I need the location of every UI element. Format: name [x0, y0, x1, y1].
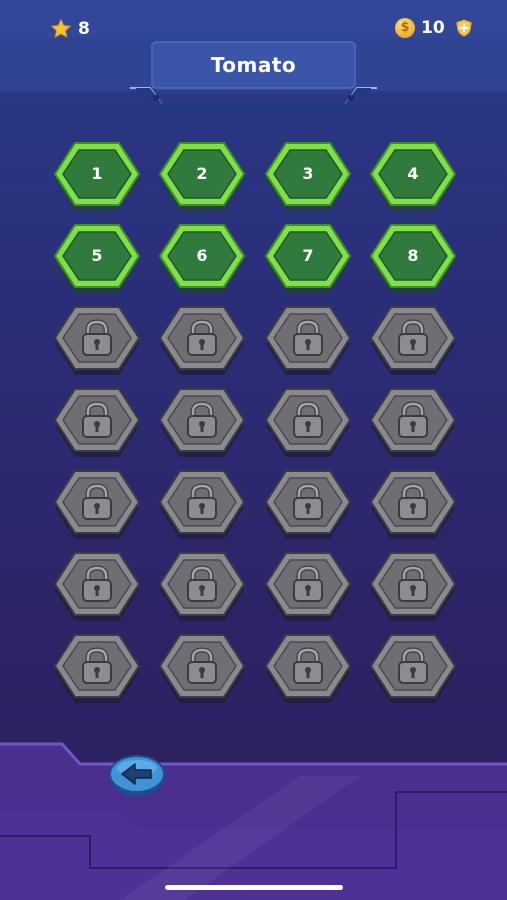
- level-button[interactable]: 7: [263, 222, 353, 296]
- bottom-panel: [0, 742, 507, 900]
- locked-level-button[interactable]: [263, 468, 353, 542]
- level-number: 7: [302, 246, 314, 265]
- locked-level-button[interactable]: [157, 386, 247, 460]
- locked-level-button[interactable]: [52, 550, 142, 624]
- level-button[interactable]: 4: [368, 140, 458, 214]
- locked-level-button[interactable]: [368, 468, 458, 542]
- locked-level-button[interactable]: [157, 468, 247, 542]
- home-indicator: [165, 885, 343, 890]
- locked-level-button[interactable]: [157, 550, 247, 624]
- level-button[interactable]: 2: [157, 140, 247, 214]
- level-number: 3: [302, 164, 314, 183]
- locked-level-button[interactable]: [157, 632, 247, 706]
- locked-level-button[interactable]: [368, 632, 458, 706]
- level-number: 1: [91, 164, 103, 183]
- page-title: Tomato: [210, 53, 297, 77]
- back-button[interactable]: [108, 752, 166, 798]
- locked-level-button[interactable]: [368, 304, 458, 378]
- star-count: 8: [78, 19, 90, 39]
- locked-level-button[interactable]: [263, 550, 353, 624]
- level-button[interactable]: 5: [52, 222, 142, 296]
- level-number: 4: [407, 164, 419, 183]
- locked-level-button[interactable]: [263, 386, 353, 460]
- locked-level-button[interactable]: [52, 304, 142, 378]
- level-number: 8: [407, 246, 419, 265]
- level-button[interactable]: 3: [263, 140, 353, 214]
- locked-level-button[interactable]: [263, 304, 353, 378]
- locked-level-button[interactable]: [52, 632, 142, 706]
- locked-level-button[interactable]: [52, 468, 142, 542]
- level-number: 2: [196, 164, 208, 183]
- star-counter: 8: [50, 18, 90, 40]
- locked-level-button[interactable]: [157, 304, 247, 378]
- locked-level-button[interactable]: [52, 386, 142, 460]
- star-icon: [50, 18, 72, 38]
- coin-count: 10: [421, 18, 445, 38]
- locked-level-button[interactable]: [263, 632, 353, 706]
- level-button[interactable]: 6: [157, 222, 247, 296]
- level-button[interactable]: 8: [368, 222, 458, 296]
- level-number: 5: [91, 246, 103, 265]
- level-number: 6: [196, 246, 208, 265]
- locked-level-button[interactable]: [368, 550, 458, 624]
- shield-plus-icon[interactable]: [455, 19, 473, 37]
- locked-level-button[interactable]: [368, 386, 458, 460]
- coin-icon: $: [395, 18, 415, 38]
- coin-counter: $ 10: [395, 18, 473, 38]
- level-button[interactable]: 1: [52, 140, 142, 214]
